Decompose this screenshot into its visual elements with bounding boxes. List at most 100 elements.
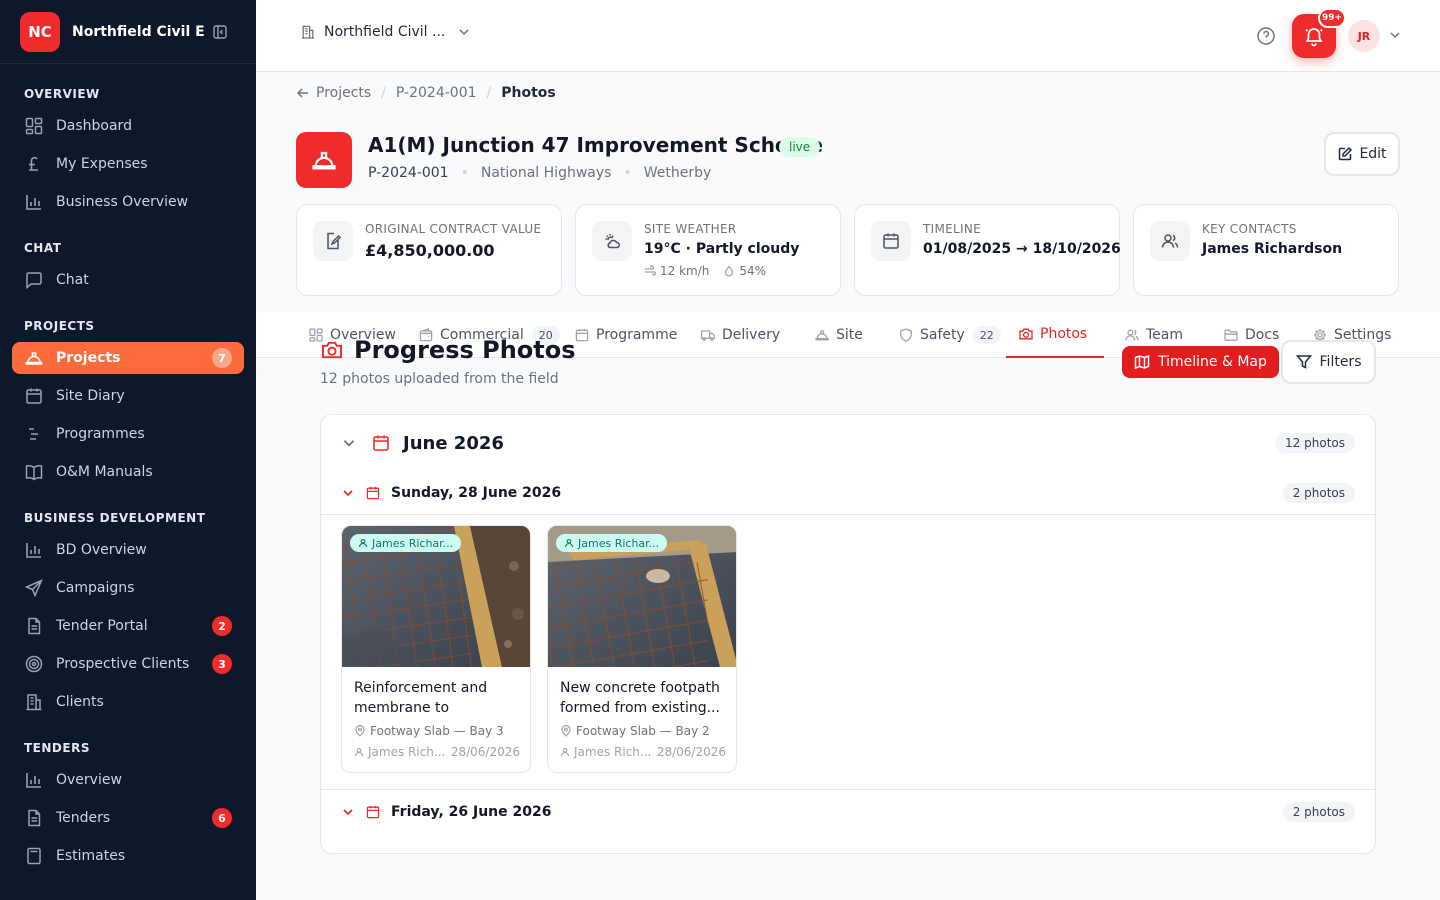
bar-chart-icon <box>24 192 44 212</box>
nav-item-tender-portal[interactable]: Tender Portal 2 <box>12 610 244 642</box>
stat-label: TIMELINE <box>923 222 981 236</box>
back-arrow-icon[interactable] <box>296 86 310 100</box>
tab-programme[interactable]: Programme <box>562 312 689 358</box>
day-header[interactable]: Sunday, 28 June 2026 2 photos <box>321 471 1375 515</box>
building-icon <box>24 692 44 712</box>
tab-site[interactable]: Site <box>802 312 875 358</box>
target-icon <box>24 654 44 674</box>
nav-item-campaigns[interactable]: Campaigns <box>12 572 244 604</box>
tab-delivery[interactable]: Delivery <box>688 312 792 358</box>
meta-separator: • <box>460 165 469 181</box>
nav-item-badge: 3 <box>212 654 232 674</box>
camera-icon <box>320 338 344 362</box>
stat-timeline: TIMELINE 01/08/2025 → 18/10/2026 <box>854 204 1121 296</box>
chevron-down-icon[interactable] <box>341 435 357 451</box>
folder-icon <box>1223 327 1239 343</box>
nav-item-bd-overview[interactable]: BD Overview <box>12 534 244 566</box>
nav-item-site-diary[interactable]: Site Diary <box>12 380 244 412</box>
document-icon <box>24 616 44 636</box>
calendar-icon <box>365 804 381 820</box>
humidity-icon <box>723 265 735 277</box>
photo-caption: New concrete footpath formed from existi… <box>560 680 720 716</box>
nav-item-prospective-clients[interactable]: Prospective Clients 3 <box>12 648 244 680</box>
photo-count-badge: 12 photos <box>1275 433 1355 453</box>
calculator-icon <box>24 846 44 866</box>
org-name[interactable]: Northfield Civil E... <box>72 24 204 40</box>
nav-item-label: Dashboard <box>56 118 132 134</box>
chat-icon <box>24 270 44 290</box>
contract-edit-icon <box>313 221 353 261</box>
shield-icon <box>898 327 914 343</box>
month-group: June 2026 12 photos Sunday, 28 June 2026… <box>320 414 1376 854</box>
month-label: June 2026 <box>403 432 504 454</box>
user-icon <box>354 747 364 757</box>
user-icon <box>560 747 570 757</box>
help-icon[interactable] <box>1256 26 1276 46</box>
breadcrumb-project-code[interactable]: P-2024-001 <box>396 85 477 101</box>
month-header[interactable]: June 2026 12 photos <box>321 415 1375 471</box>
section-subtitle: 12 photos uploaded from the field <box>320 371 559 387</box>
photo-footer: James Rich... 28/06/2026 <box>354 745 520 759</box>
edit-project-button[interactable]: Edit <box>1324 132 1400 176</box>
users-icon <box>1124 327 1140 343</box>
photo-location-text: Footway Slab — Bay 2 <box>576 724 710 738</box>
user-avatar[interactable]: JR <box>1348 20 1380 52</box>
chevron-down-icon[interactable] <box>1388 28 1402 42</box>
stat-label: SITE WEATHER <box>644 222 737 236</box>
breadcrumb-projects[interactable]: Projects <box>316 85 371 101</box>
edit-icon <box>1337 146 1353 162</box>
photo-author: James Rich... <box>574 745 652 759</box>
chevron-down-icon[interactable] <box>341 805 355 819</box>
nav-item-my-expenses[interactable]: My Expenses <box>12 148 244 180</box>
nav-item-business-overview[interactable]: Business Overview <box>12 186 244 218</box>
filters-button[interactable]: Filters <box>1281 340 1376 384</box>
nav-section-title: PROJECTS <box>24 319 95 333</box>
nav-item-label: Clients <box>56 694 104 710</box>
nav-item-label: My Expenses <box>56 156 148 172</box>
nav-item-estimates[interactable]: Estimates <box>12 840 244 872</box>
day-header[interactable]: Friday, 26 June 2026 2 photos <box>321 790 1375 834</box>
org-switcher-label: Northfield Civil ... <box>324 24 446 40</box>
nav-item-tenders[interactable]: Tenders 6 <box>12 802 244 834</box>
nav-item-om-manuals[interactable]: O&M Manuals <box>12 456 244 488</box>
photo-date: 28/06/2026 <box>656 745 726 759</box>
tab-safety[interactable]: Safety 22 <box>886 312 1013 358</box>
stat-key-contacts: KEY CONTACTS James Richardson <box>1133 204 1399 296</box>
photo-card[interactable]: James Richar... New concrete footpath fo… <box>547 525 737 773</box>
nav-item-programmes[interactable]: Programmes <box>12 418 244 450</box>
nav-section-title: TENDERS <box>24 741 90 755</box>
org-logo[interactable]: NC <box>20 11 60 52</box>
nav-item-tenders-overview[interactable]: Overview <box>12 764 244 796</box>
tab-label: Photos <box>1040 326 1088 342</box>
filter-icon <box>1295 354 1312 370</box>
bar-chart-icon <box>24 540 44 560</box>
photo-author: James Rich... <box>368 745 446 759</box>
nav-item-clients[interactable]: Clients <box>12 686 244 718</box>
tab-label: Programme <box>596 327 678 343</box>
nav-item-label: Overview <box>56 772 122 788</box>
photo-count-badge: 2 photos <box>1282 802 1355 822</box>
nav-item-label: O&M Manuals <box>56 464 153 480</box>
nav-item-badge: 6 <box>212 808 232 828</box>
section-title: Progress Photos <box>320 336 576 364</box>
nav-item-dashboard[interactable]: Dashboard <box>12 110 244 142</box>
nav-item-label: BD Overview <box>56 542 147 558</box>
nav-section-title: OVERVIEW <box>24 87 100 101</box>
tab-label: Delivery <box>722 327 781 343</box>
photo-card[interactable]: James Richar... Reinforcement and membra… <box>341 525 531 773</box>
hard-hat-icon <box>814 327 830 343</box>
project-title: A1(M) Junction 47 Improvement Scheme <box>368 133 823 157</box>
nav-item-projects[interactable]: Projects 7 <box>12 342 244 374</box>
photo-location: Footway Slab — Bay 2 <box>560 724 710 738</box>
nav-item-label: Business Overview <box>56 194 189 210</box>
tab-photos[interactable]: Photos <box>1006 312 1104 358</box>
tab-label: Site <box>836 327 863 343</box>
org-switcher[interactable]: Northfield Civil ... <box>300 24 471 40</box>
sidebar-collapse-icon[interactable] <box>212 24 228 40</box>
chevron-down-icon[interactable] <box>341 486 355 500</box>
timeline-map-button[interactable]: Timeline & Map <box>1122 346 1279 378</box>
edit-label: Edit <box>1359 146 1387 162</box>
author-chip: James Richar... <box>350 534 462 552</box>
user-icon <box>564 538 574 548</box>
nav-item-chat[interactable]: Chat <box>12 264 244 296</box>
